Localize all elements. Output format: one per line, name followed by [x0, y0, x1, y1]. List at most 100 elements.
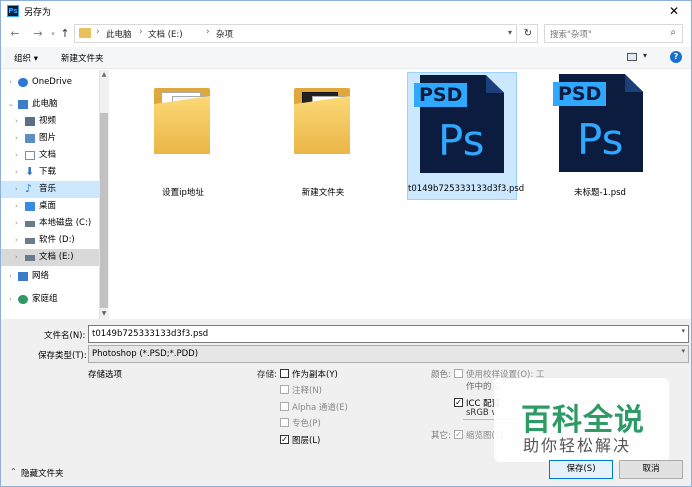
desktop-icon [25, 202, 35, 211]
hide-folders-toggle[interactable]: 隐藏文件夹 [21, 467, 64, 479]
homegroup-icon [18, 295, 28, 304]
new-folder-button[interactable]: 新建文件夹 [61, 52, 104, 64]
scroll-down-arrow-icon[interactable]: ▼ [100, 310, 108, 317]
alpha-channels-checkbox[interactable]: Alpha 通道(E) [280, 401, 370, 413]
sidebar-item-label: 桌面 [39, 201, 57, 211]
view-options-icon[interactable] [627, 53, 637, 61]
cancel-button[interactable]: 取消 [619, 460, 683, 479]
save-as-dialog: Ps 另存为 ✕ ← → ▾ ↑ › 此电脑 › 文档 (E:) › 杂项 ▾ … [0, 0, 692, 487]
expand-chevron-icon[interactable]: › [15, 232, 18, 249]
checkbox-box[interactable]: ✓ [280, 435, 289, 444]
organize-menu-button[interactable]: 组织 ▾ [14, 52, 38, 64]
sidebar-item-this-pc[interactable]: ⌄ 此电脑 [1, 96, 99, 113]
sidebar-item-drive-c[interactable]: › 本地磁盘 (C:) [1, 215, 99, 232]
address-bar[interactable]: › 此电脑 › 文档 (E:) › 杂项 [74, 24, 517, 43]
scrollbar-thumb[interactable] [100, 113, 108, 308]
sidebar-item-music[interactable]: › ♪ 音乐 [1, 181, 99, 198]
documents-icon [25, 151, 35, 160]
breadcrumb-separator[interactable]: › [139, 27, 143, 37]
checkbox-label: 注释(N) [292, 386, 322, 396]
sidebar-item-network[interactable]: › 网络 [1, 268, 99, 285]
checkbox-box[interactable]: ✓ [454, 398, 463, 407]
network-icon [18, 272, 28, 281]
filetype-select[interactable]: Photoshop (*.PSD;*.PDD) ▾ [88, 345, 689, 363]
file-name: 未标题-1.psd [574, 188, 626, 198]
checkbox-box[interactable] [280, 402, 289, 411]
sidebar-item-label: 网络 [32, 271, 50, 281]
back-arrow-icon[interactable]: ← [8, 27, 22, 41]
notes-checkbox[interactable]: 注释(N) [280, 384, 370, 396]
dialog-title: 另存为 [24, 8, 52, 18]
expand-chevron-icon[interactable]: › [15, 215, 18, 232]
filename-value: t0149b725333133d3f3.psd [92, 329, 209, 339]
chevron-down-icon[interactable]: ▾ [681, 327, 685, 335]
folder-front-icon [154, 96, 210, 154]
expand-chevron-icon[interactable]: › [15, 113, 18, 130]
layers-checkbox[interactable]: ✓ 图层(L) [280, 434, 370, 446]
sidebar-item-pictures[interactable]: › 图片 [1, 130, 99, 147]
expand-chevron-icon[interactable]: › [9, 291, 12, 308]
breadcrumb-misc[interactable]: 杂项 [216, 28, 233, 40]
search-input[interactable]: 搜索"杂项" ⌕ [544, 24, 683, 43]
filetype-value: Photoshop (*.PSD;*.PDD) [92, 349, 199, 359]
sidebar-item-label: 文档 [39, 150, 57, 160]
sidebar-item-label: 本地磁盘 (C:) [39, 218, 92, 228]
sidebar-item-videos[interactable]: › 视频 [1, 113, 99, 130]
expand-chevron-icon[interactable]: › [15, 181, 18, 198]
sidebar-item-drive-e[interactable]: › 文档 (E:) [1, 249, 99, 266]
drive-e-icon [25, 255, 35, 261]
file-tile-psd-selected[interactable]: PSD Ps t0149b725333133d3f3.psd [407, 72, 524, 200]
icc-subtext: sRGB v [466, 408, 497, 418]
expand-chevron-icon[interactable]: › [9, 268, 12, 285]
computer-icon [18, 100, 28, 109]
checkbox-box[interactable] [280, 418, 289, 427]
file-tile-psd-untitled[interactable]: PSD Ps 未标题-1.psd [545, 74, 655, 202]
sidebar-item-downloads[interactable]: › ⬇ 下载 [1, 164, 99, 181]
chevron-up-icon[interactable]: ⌃ [10, 467, 17, 476]
sidebar-item-label: 此电脑 [32, 99, 58, 109]
checkbox-box[interactable] [280, 369, 289, 378]
scroll-up-arrow-icon[interactable]: ▲ [100, 71, 108, 78]
address-history-dropdown-icon[interactable]: ▾ [502, 24, 518, 43]
forward-arrow-icon[interactable]: → [31, 27, 45, 41]
psd-tag-label: PSD [553, 82, 607, 106]
store-label: 存储: [257, 370, 277, 380]
expand-chevron-icon[interactable]: › [15, 249, 18, 266]
sidebar-item-drive-d[interactable]: › 软件 (D:) [1, 232, 99, 249]
checkbox-box[interactable] [454, 369, 463, 378]
sidebar-item-desktop[interactable]: › 桌面 [1, 198, 99, 215]
breadcrumb-this-pc[interactable]: 此电脑 [106, 28, 132, 40]
folder-icon [79, 28, 91, 38]
expand-chevron-icon[interactable]: › [15, 164, 18, 181]
save-button[interactable]: 保存(S) [549, 460, 613, 479]
sidebar-item-documents[interactable]: › 文档 [1, 147, 99, 164]
spot-colors-checkbox[interactable]: 专色(P) [280, 417, 370, 429]
close-icon[interactable]: ✕ [659, 2, 689, 20]
expand-chevron-icon[interactable]: › [15, 198, 18, 215]
view-options-dropdown-icon[interactable]: ▾ [643, 51, 647, 60]
expand-chevron-icon[interactable]: › [15, 147, 18, 164]
chevron-down-icon[interactable]: ▾ [681, 347, 685, 355]
expand-chevron-icon[interactable]: › [9, 74, 12, 91]
up-arrow-icon[interactable]: ↑ [58, 27, 72, 41]
breadcrumb-separator[interactable]: › [206, 27, 210, 37]
folder-front-icon [294, 96, 350, 154]
ps-logo-mark: Ps [577, 115, 624, 164]
refresh-icon[interactable]: ↻ [519, 24, 538, 43]
expand-chevron-icon[interactable]: › [15, 130, 18, 147]
checkbox-box[interactable] [280, 385, 289, 394]
filename-input[interactable]: t0149b725333133d3f3.psd ▾ [88, 325, 689, 343]
file-tile-new-folder[interactable]: 新建文件夹 [268, 74, 378, 202]
as-copy-checkbox[interactable]: 作为副本(Y) [280, 368, 370, 380]
file-tile-folder-ip[interactable]: 设置ip地址 [128, 74, 238, 202]
checkbox-box[interactable]: ✓ [454, 430, 463, 439]
sidebar-item-label: OneDrive [32, 77, 72, 87]
help-icon[interactable]: ? [670, 51, 682, 63]
sidebar-item-onedrive[interactable]: › OneDrive [1, 74, 99, 91]
breadcrumb-drive-e[interactable]: 文档 (E:) [148, 28, 183, 40]
collapse-chevron-icon[interactable]: ⌄ [8, 96, 14, 113]
drive-c-icon [25, 221, 35, 227]
sidebar-item-homegroup[interactable]: › 家庭组 [1, 291, 99, 308]
filetype-label: 保存类型(T): [38, 351, 87, 361]
file-name: 新建文件夹 [301, 188, 345, 198]
